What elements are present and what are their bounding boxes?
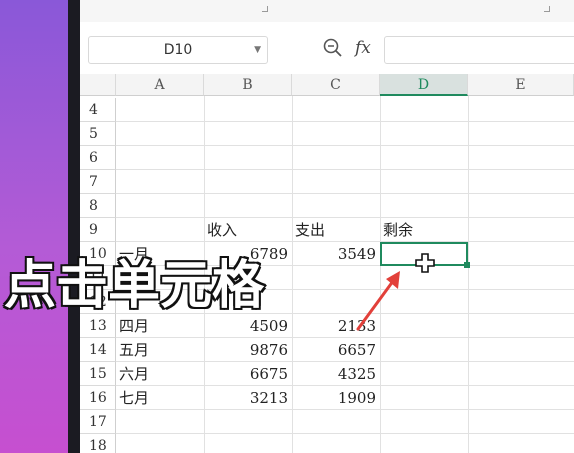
- tutorial-caption: 点击单元格: [2, 255, 265, 318]
- column-header-a[interactable]: A: [116, 74, 204, 96]
- row-header[interactable]: 15: [80, 362, 116, 386]
- row-header[interactable]: 17: [80, 410, 116, 434]
- cell-c15[interactable]: 4325: [292, 362, 380, 386]
- column-header-e[interactable]: E: [468, 74, 574, 96]
- cell-c9[interactable]: 支出: [292, 218, 380, 242]
- column-header-c[interactable]: C: [292, 74, 380, 96]
- pointer-arrow-icon: [356, 271, 400, 331]
- cell-c14[interactable]: 6657: [292, 338, 380, 362]
- gridline: [116, 121, 574, 122]
- row-header[interactable]: 9: [80, 218, 116, 242]
- row-header[interactable]: 6: [80, 146, 116, 170]
- row-header[interactable]: 5: [80, 122, 116, 146]
- cell-b15[interactable]: 6675: [204, 362, 292, 386]
- select-all-corner[interactable]: [80, 74, 116, 96]
- device-bezel: [68, 0, 80, 453]
- gridline: [116, 169, 574, 170]
- gridline: [116, 193, 574, 194]
- column-header-d[interactable]: D: [380, 74, 468, 96]
- row-header[interactable]: 8: [80, 194, 116, 218]
- cell-b9[interactable]: 收入: [204, 218, 292, 242]
- fill-handle[interactable]: [464, 262, 470, 268]
- name-box[interactable]: D10 ▼: [88, 36, 268, 64]
- formula-bar: D10 ▼ fx: [80, 22, 574, 72]
- cell-d9[interactable]: 剩余: [380, 218, 468, 242]
- gridline: [468, 96, 469, 453]
- gridline: [116, 433, 574, 434]
- column-header-b[interactable]: B: [204, 74, 292, 96]
- spreadsheet-app: D10 ▼ fx A B C D E 4 5 6 7 8 9 10 11 12 …: [80, 0, 574, 453]
- formula-input[interactable]: [384, 36, 574, 64]
- cell-a14[interactable]: 五月: [116, 338, 204, 362]
- cell-c10[interactable]: 3549: [292, 242, 380, 266]
- group-expand-icon[interactable]: [544, 6, 550, 12]
- cell-a16[interactable]: 七月: [116, 386, 204, 410]
- cell-b14[interactable]: 9876: [204, 338, 292, 362]
- row-header[interactable]: 7: [80, 170, 116, 194]
- row-header[interactable]: 14: [80, 338, 116, 362]
- zoom-magnifier-icon[interactable]: [322, 37, 344, 59]
- chevron-down-icon[interactable]: ▼: [254, 37, 261, 63]
- gridline: [116, 145, 574, 146]
- name-box-value: D10: [163, 42, 193, 58]
- row-header[interactable]: 16: [80, 386, 116, 410]
- function-icon[interactable]: fx: [355, 36, 371, 60]
- ribbon-bottom-edge: [80, 0, 574, 23]
- cell-c16[interactable]: 1909: [292, 386, 380, 410]
- row-header[interactable]: 4: [80, 98, 116, 122]
- cell-cursor-icon: [415, 253, 435, 273]
- cell-b16[interactable]: 3213: [204, 386, 292, 410]
- group-expand-icon[interactable]: [262, 6, 268, 12]
- row-header[interactable]: 18: [80, 434, 116, 453]
- cell-a15[interactable]: 六月: [116, 362, 204, 386]
